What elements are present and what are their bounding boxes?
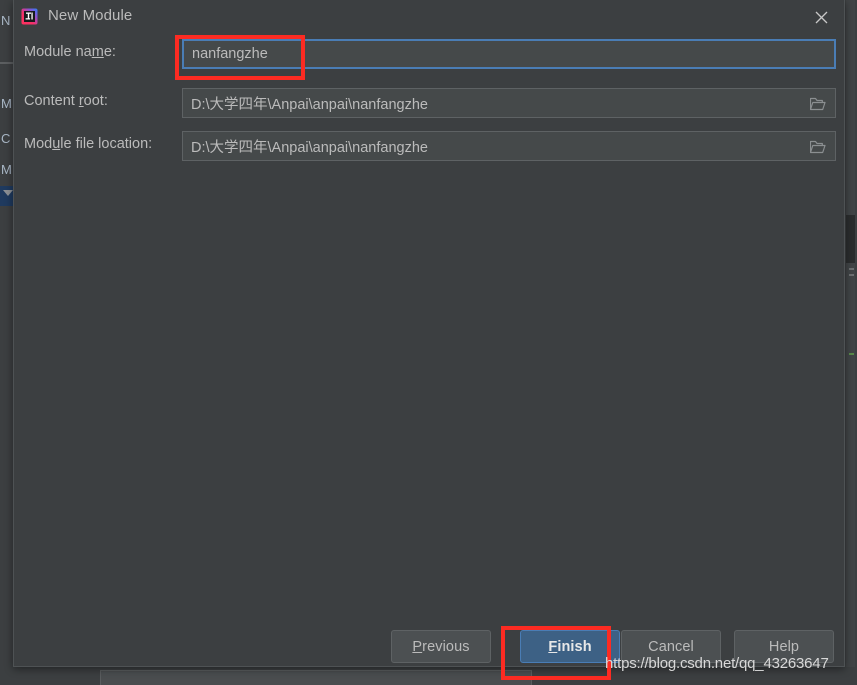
module-name-value: nanfangzhe [192, 46, 268, 62]
form-row-module-file-location: Module file location: D:\大学四年\Anpai\anpa… [14, 131, 844, 161]
intellij-idea-icon [21, 8, 38, 25]
watermark-url: https://blog.csdn.net/qq_43263647 [605, 655, 829, 672]
scrollbar-mark [849, 274, 854, 276]
scrollbar-mark [849, 268, 854, 270]
ide-bg-glyph: N [1, 13, 11, 28]
folder-open-icon[interactable] [802, 133, 834, 160]
previous-button[interactable]: Previous [391, 630, 491, 663]
ide-left-strip: N M C M [0, 0, 14, 685]
chevron-down-icon [3, 190, 13, 196]
content-root-input[interactable]: D:\大学四年\Anpai\anpai\nanfangzhe [182, 88, 836, 118]
close-icon[interactable] [806, 3, 836, 31]
module-name-label: Module name: [24, 44, 116, 60]
ide-bg-divider [0, 62, 14, 64]
scrollbar-mark [849, 353, 854, 355]
scrollbar-thumb[interactable] [846, 215, 855, 263]
new-module-dialog: New Module Module name: nanfangzhe Conte… [13, 0, 845, 667]
folder-open-icon[interactable] [802, 90, 834, 117]
content-root-label: Content root: [24, 93, 108, 109]
ide-bottom-panel [100, 670, 532, 685]
dialog-title: New Module [48, 7, 133, 24]
content-root-value: D:\大学四年\Anpai\anpai\nanfangzhe [191, 96, 428, 113]
dialog-form: Module name: nanfangzhe Content root: D:… [14, 34, 844, 614]
ide-bg-selected-item[interactable] [0, 186, 14, 206]
module-file-location-label: Module file location: [24, 136, 153, 152]
scrollbar-track[interactable] [846, 0, 855, 685]
dialog-titlebar: New Module [14, 0, 844, 34]
ide-bg-glyph: M [1, 162, 12, 177]
ide-bg-glyph: C [1, 131, 11, 146]
ide-right-strip [845, 0, 857, 685]
form-row-content-root: Content root: D:\大学四年\Anpai\anpai\nanfan… [14, 88, 844, 118]
form-row-module-name: Module name: nanfangzhe [14, 39, 844, 69]
module-file-location-value: D:\大学四年\Anpai\anpai\nanfangzhe [191, 139, 428, 156]
module-file-location-input[interactable]: D:\大学四年\Anpai\anpai\nanfangzhe [182, 131, 836, 161]
module-name-input[interactable]: nanfangzhe [182, 39, 836, 69]
ide-bg-glyph: M [1, 96, 12, 111]
